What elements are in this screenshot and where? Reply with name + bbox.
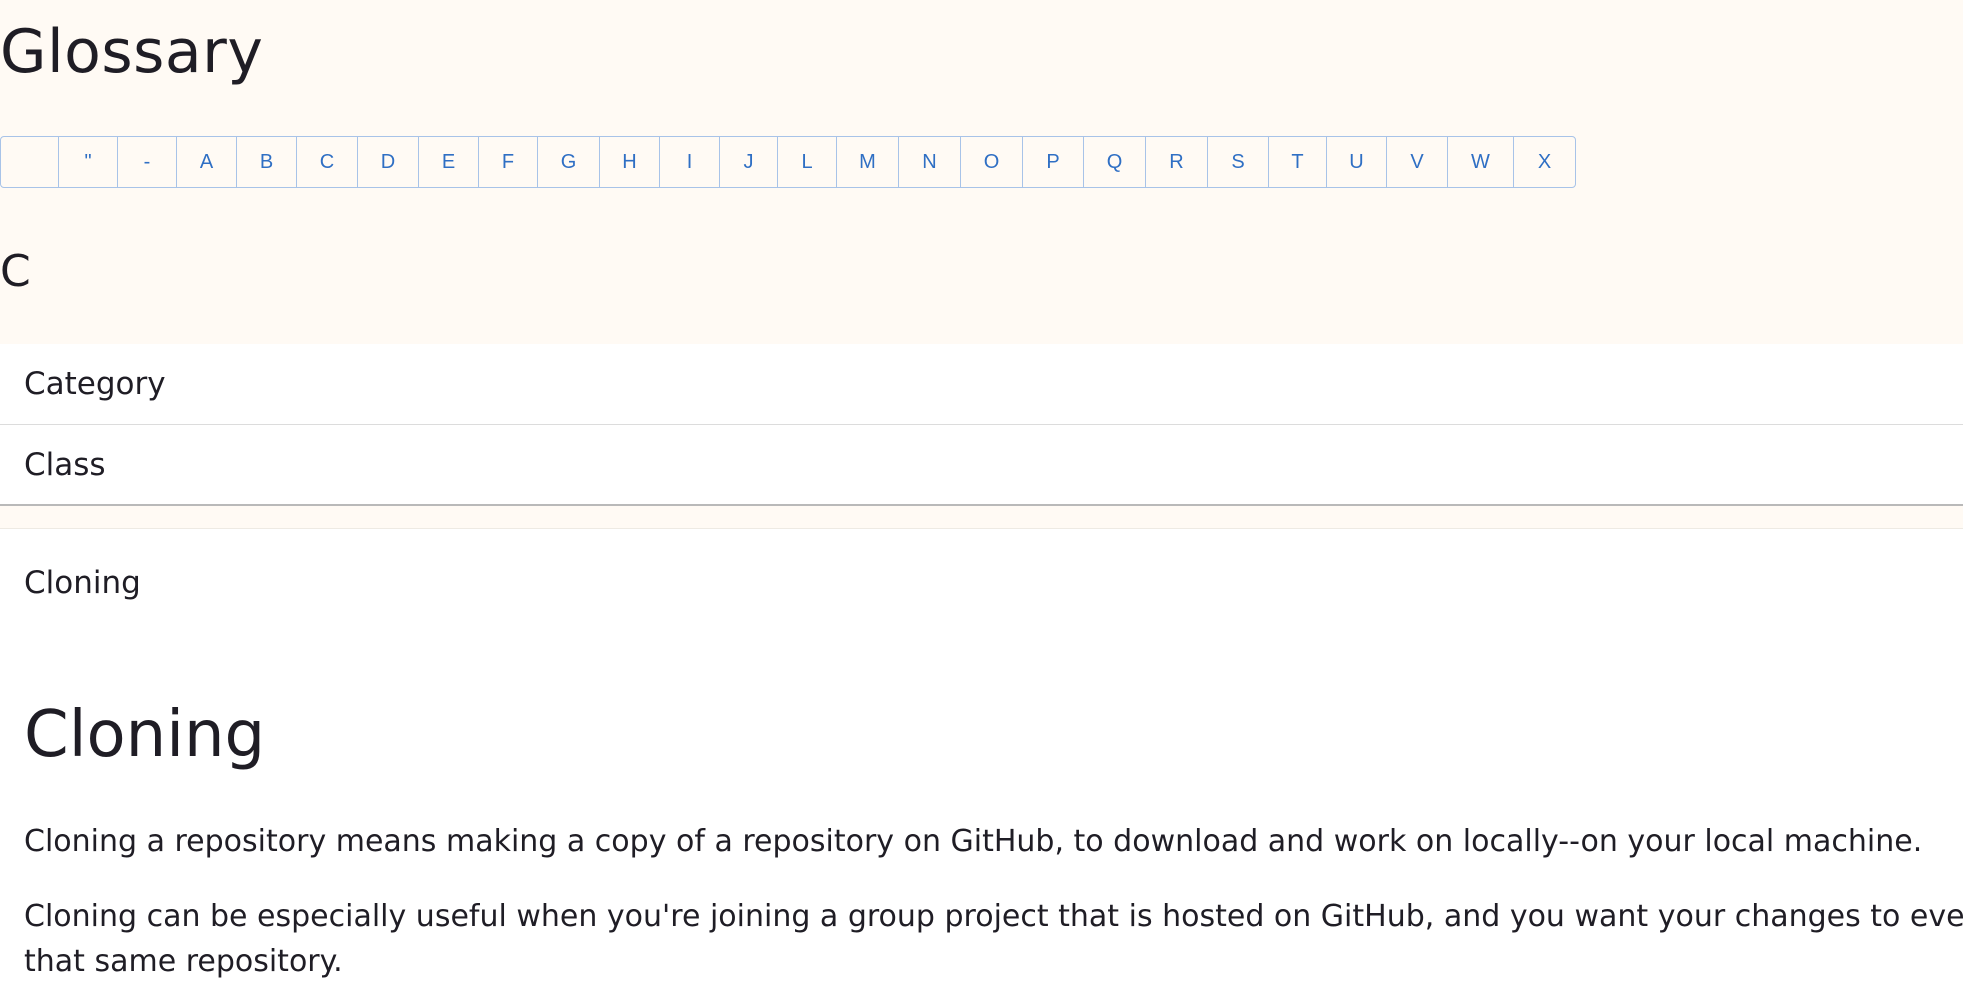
letter-link-s[interactable]: S: [1208, 137, 1269, 187]
letter-link-l[interactable]: L: [778, 137, 837, 187]
letter-link-r[interactable]: R: [1146, 137, 1208, 187]
term-list: Category Class: [0, 344, 1963, 506]
term-item-class[interactable]: Class: [0, 424, 1963, 504]
term-usage-line-2: that same repository.: [24, 944, 343, 979]
letter-link-x[interactable]: X: [1514, 137, 1575, 187]
letter-link-o[interactable]: O: [961, 137, 1023, 187]
letter-link-dash[interactable]: -: [118, 137, 177, 187]
term-detail-panel: Cloning Cloning Cloning a repository mea…: [0, 528, 1963, 994]
term-item-category[interactable]: Category: [0, 344, 1963, 424]
letter-link-f[interactable]: F: [479, 137, 538, 187]
letter-link-e[interactable]: E: [419, 137, 479, 187]
letter-link-a[interactable]: A: [177, 137, 237, 187]
letter-link-n[interactable]: N: [899, 137, 961, 187]
letter-link-quote[interactable]: ": [59, 137, 118, 187]
letter-link-t[interactable]: T: [1269, 137, 1327, 187]
letter-link-h[interactable]: H: [600, 137, 660, 187]
letter-link-u[interactable]: U: [1327, 137, 1387, 187]
letter-link-g[interactable]: G: [538, 137, 600, 187]
page-title: Glossary: [0, 17, 264, 87]
glossary-page: Glossary " - A B C D E F G H I J L M N O P Q R S T U V W X C Cat…: [0, 0, 1963, 994]
term-usage-line-1: Cloning can be especially useful when yo…: [24, 899, 1963, 934]
section-letter-heading: C: [0, 246, 31, 297]
letter-link-p[interactable]: P: [1023, 137, 1084, 187]
letter-link-w[interactable]: W: [1448, 137, 1514, 187]
term-detail-heading: Cloning: [24, 698, 266, 772]
term-definition-paragraph: Cloning a repository means making a copy…: [24, 824, 1923, 859]
letter-link-v[interactable]: V: [1387, 137, 1448, 187]
term-item-cloning[interactable]: Cloning: [24, 563, 141, 603]
letter-link-blank[interactable]: [1, 137, 59, 187]
letter-link-m[interactable]: M: [837, 137, 899, 187]
letter-link-b[interactable]: B: [237, 137, 297, 187]
letter-link-c[interactable]: C: [297, 137, 358, 187]
letter-link-q[interactable]: Q: [1084, 137, 1146, 187]
letter-link-d[interactable]: D: [358, 137, 419, 187]
letter-link-j[interactable]: J: [720, 137, 778, 187]
letter-link-i[interactable]: I: [660, 137, 720, 187]
letter-navigation: " - A B C D E F G H I J L M N O P Q R S T U V W X: [0, 136, 1576, 188]
term-usage-paragraph: Cloning can be especially useful when yo…: [24, 894, 1963, 984]
